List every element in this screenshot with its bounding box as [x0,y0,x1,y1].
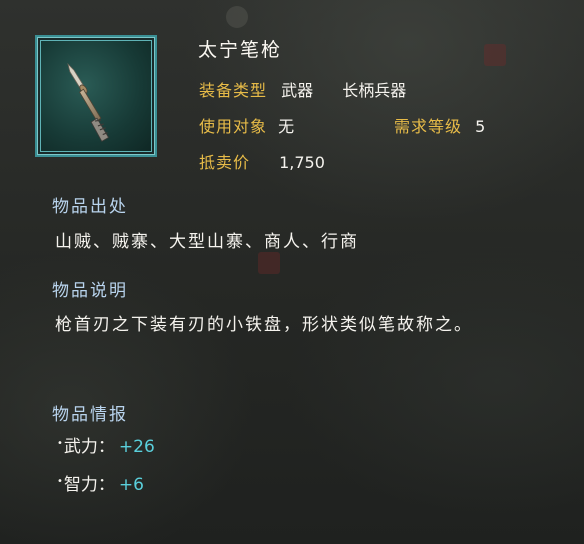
equip-type-value: 武器 [281,81,314,100]
stat-label: 武力： [63,437,115,457]
source-text: 山贼、贼寨、大型山寨、商人、行商 [55,232,359,252]
user-label: 使用对象 [199,117,268,136]
description-text: 枪首刃之下装有刃的小铁盘，形状类似笔故称之。 [55,315,473,335]
info-title: 物品情报 [52,405,128,425]
price-row: 抵卖价 1,750 [199,149,325,173]
equip-subtype-value: 长柄兵器 [342,81,407,100]
equip-type-row: 装备类型 武器 长柄兵器 [199,77,406,101]
stat-row: •武力： +26 [57,432,155,457]
level-label: 需求等级 [394,117,463,136]
source-title: 物品出处 [52,197,128,217]
stat-row: •智力： +6 [57,470,144,495]
item-icon-frame[interactable] [35,35,157,157]
bullet-icon: • [57,476,63,487]
item-name: 太宁笔枪 [198,39,283,61]
level-row: 需求等级 5 [394,113,485,137]
description-title: 物品说明 [52,281,128,301]
user-value: 无 [278,117,295,136]
price-value: 1,750 [279,153,325,172]
bullet-icon: • [57,438,63,449]
level-value: 5 [475,117,486,136]
equip-type-label: 装备类型 [199,81,268,100]
stat-label: 智力： [63,475,115,495]
stat-value: +6 [118,475,144,495]
user-row: 使用对象 无 [199,113,294,137]
stat-value: +26 [118,437,155,457]
spear-icon [40,40,152,152]
map-seal-decoration [484,44,506,66]
map-seal-decoration [226,6,248,28]
price-label: 抵卖价 [199,153,251,172]
